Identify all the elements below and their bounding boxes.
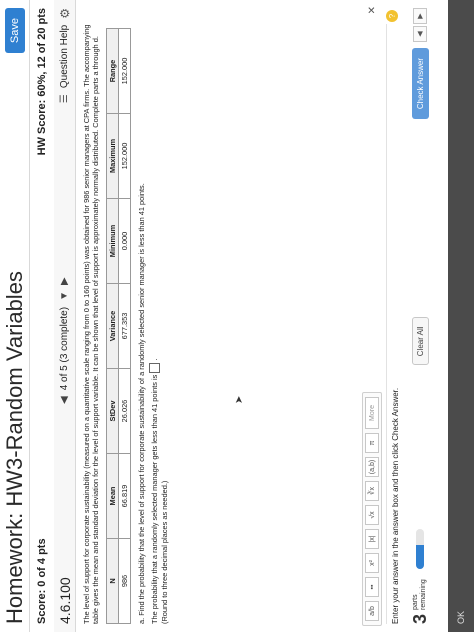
parts-remaining-count: 3	[409, 613, 430, 624]
question-number: 4.6.100	[56, 577, 73, 624]
answer-input[interactable]	[149, 362, 160, 373]
problem-content: The level of support for corporate susta…	[82, 24, 169, 624]
triangle-down-icon[interactable]: ▼	[59, 291, 70, 301]
question-help-label[interactable]: Question Help	[59, 25, 70, 88]
check-answer-button[interactable]: Check Answer	[411, 48, 429, 120]
parts-remaining: 3 parts remaining	[410, 529, 431, 624]
column-header: Range	[106, 28, 119, 114]
score-bar: Score: 0 of 4 pts HW Score: 60%, 12 of 2…	[32, 0, 52, 632]
question-step-nav: ◀ ▶	[413, 8, 427, 42]
score-text: Score: 0 of 4 pts	[36, 538, 48, 624]
parts-label-line1: parts	[412, 594, 419, 610]
question-navigator: ◀ 4 of 5 (3 complete) ▼ ▶	[59, 277, 70, 404]
mixed-number-icon[interactable]: ▪▪	[365, 577, 379, 597]
table-cell: 26.026	[118, 368, 131, 454]
instruction-text: Enter your answer in the answer box and …	[386, 24, 400, 624]
column-header: StDev	[106, 368, 119, 454]
part-a-prompt: a. Find the probability that the level o…	[137, 183, 146, 624]
clear-all-button[interactable]: Clear All	[411, 317, 429, 366]
question-nav-bar: 4.6.100 ◀ 4 of 5 (3 complete) ▼ ▶ ☰ Ques…	[54, 0, 76, 632]
parts-remaining-label: parts remaining	[412, 579, 428, 610]
cube-root-icon[interactable]: ∛x	[365, 481, 379, 501]
column-header: Maximum	[106, 113, 119, 199]
problem-intro: The level of support for corporate susta…	[82, 24, 100, 624]
absolute-value-icon[interactable]: |x|	[365, 529, 379, 549]
answer-prompt: The probability that a randomly selected…	[150, 374, 159, 624]
gear-icon[interactable]: ⚙	[58, 8, 72, 19]
homework-window: Homework: HW3-Random Variables Save Scor…	[0, 0, 474, 632]
triangle-right-icon[interactable]: ▶	[59, 277, 70, 285]
close-icon[interactable]: ✕	[367, 6, 378, 14]
table-header-row: N Mean StDev Variance Minimum Maximum Ra…	[106, 28, 119, 624]
bottom-strip-text: OK	[456, 610, 466, 624]
parts-label-line2: remaining	[420, 579, 427, 610]
progress-bar-fill	[416, 545, 424, 570]
pi-icon[interactable]: π	[365, 433, 379, 453]
question-position[interactable]: 4 of 5 (3 complete)	[59, 307, 70, 390]
question-help[interactable]: ☰ Question Help ⚙	[58, 8, 72, 103]
answer-period: .	[150, 358, 159, 361]
table-cell: 152.000	[118, 113, 131, 199]
column-header: Minimum	[106, 198, 119, 284]
interval-icon[interactable]: (a,b)	[365, 457, 379, 477]
statistics-table: N Mean StDev Variance Minimum Maximum Ra…	[106, 28, 131, 624]
square-root-icon[interactable]: √x	[365, 505, 379, 525]
table-cell: 66.819	[118, 453, 131, 539]
progress-bar	[416, 529, 424, 570]
title-bar: Homework: HW3-Random Variables Save	[0, 0, 30, 632]
hw-score-text: HW Score: 60%, 12 of 20 pts	[36, 8, 48, 156]
triangle-left-icon[interactable]: ◀	[59, 396, 70, 404]
column-header: Mean	[106, 453, 119, 539]
table-row: 986 66.819 26.026 677.353 0.000 152.000 …	[118, 28, 131, 624]
column-header: N	[106, 538, 119, 624]
help-icon[interactable]: ?	[386, 10, 398, 22]
table-cell: 0.000	[118, 198, 131, 284]
list-icon: ☰	[59, 94, 70, 104]
homework-title: Homework: HW3-Random Variables	[1, 271, 27, 624]
table-cell: 986	[118, 538, 131, 624]
more-button[interactable]: More	[365, 397, 379, 429]
fraction-icon[interactable]: a/b	[365, 601, 379, 621]
next-question-icon[interactable]: ▶	[413, 8, 427, 24]
mouse-cursor-icon: ➤	[234, 395, 245, 404]
bottom-strip: OK	[448, 0, 474, 632]
math-toolbar-row: a/b ▪▪ x² |x| √x ∛x (a,b) π More ✕	[362, 0, 382, 632]
previous-question-icon[interactable]: ◀	[413, 26, 427, 42]
math-toolbar: a/b ▪▪ x² |x| √x ∛x (a,b) π More	[362, 392, 382, 626]
save-button[interactable]: Save	[4, 8, 25, 54]
answer-line: The probability that a randomly selected…	[149, 24, 160, 624]
exponent-icon[interactable]: x²	[365, 553, 379, 573]
answer-note: (Round to three decimal places as needed…	[160, 480, 169, 624]
table-cell: 152.000	[118, 28, 131, 114]
footer-bar: 3 parts remaining Clear All Check Answer…	[400, 0, 440, 632]
table-cell: 677.353	[118, 283, 131, 369]
column-header: Variance	[106, 283, 119, 369]
